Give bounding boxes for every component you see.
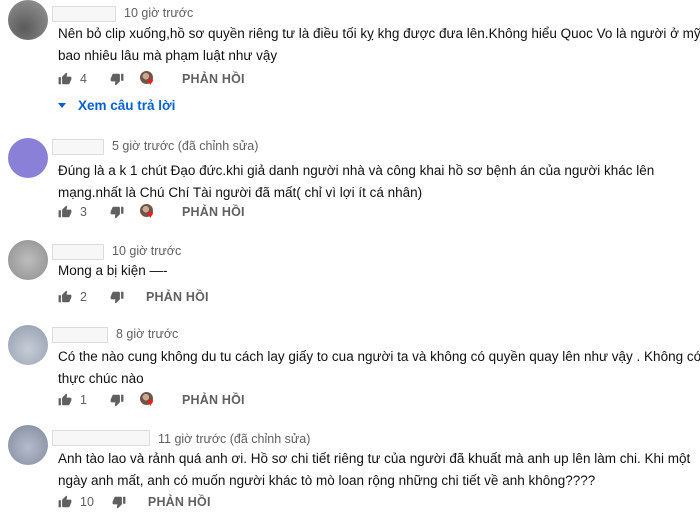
comment-text-line: bao nhiêu lâu mà phạm luật như vậy (58, 48, 278, 63)
reply-button[interactable]: PHẢN HỒI (182, 72, 245, 86)
comment-text-line: thực chúc nào (58, 371, 144, 386)
comment-text: Nên bỏ clip xuống,hồ sơ quyền riêng tư l… (58, 23, 700, 67)
dislike-icon[interactable] (110, 72, 124, 86)
comment-actions: 3 ♥ PHẢN HỒI (58, 202, 245, 222)
reply-button[interactable]: PHẢN HỒI (182, 393, 245, 407)
comment-actions: 4 ♥ PHẢN HỒI (58, 69, 245, 89)
like-count: 1 (80, 393, 87, 407)
chevron-down-icon (58, 103, 66, 108)
comment-timestamp[interactable]: 10 giờ trước (112, 244, 181, 258)
dislike-icon[interactable] (110, 205, 124, 219)
creator-heart-icon: ♥ (140, 392, 156, 409)
comment-text: Anh tào lao và rảnh quá anh ơi. Hồ sơ ch… (58, 448, 690, 492)
comment-actions: 1 ♥ PHẢN HỒI (58, 390, 245, 410)
comment-text-line: Có the nào cung không du tu cách lay giấ… (58, 349, 700, 364)
reply-button[interactable]: PHẢN HỒI (148, 495, 211, 509)
author-name-redacted[interactable] (52, 139, 104, 155)
avatar[interactable] (8, 0, 48, 40)
dislike-icon[interactable] (110, 290, 124, 304)
avatar[interactable] (8, 138, 48, 178)
author-name-redacted[interactable] (52, 430, 150, 446)
like-icon[interactable] (58, 393, 72, 407)
avatar[interactable] (8, 240, 48, 280)
comment-text-line: Anh tào lao và rảnh quá anh ơi. Hồ sơ ch… (58, 451, 691, 466)
dislike-icon[interactable] (112, 495, 126, 509)
like-icon[interactable] (58, 72, 72, 86)
comment-text-line: Đúng là a k 1 chút Đạo đức.khi giả danh … (58, 163, 655, 178)
comment-timestamp[interactable]: 10 giờ trước (124, 6, 193, 20)
comment-text: Có the nào cung không du tu cách lay giấ… (58, 346, 700, 390)
comment-text-line: Nên bỏ clip xuống,hồ sơ quyền riêng tư l… (58, 26, 700, 41)
avatar[interactable] (8, 325, 48, 365)
reply-button[interactable]: PHẢN HỒI (182, 205, 245, 219)
like-count: 4 (80, 72, 87, 86)
like-count: 10 (80, 495, 94, 509)
comment-text-line: ngày anh mất, anh có muốn người khác tò … (58, 473, 596, 488)
like-count: 3 (80, 205, 87, 219)
comment-actions: 10 PHẢN HỒI (58, 492, 211, 512)
author-name-redacted[interactable] (52, 6, 116, 22)
view-replies-label: Xem câu trả lời (78, 98, 176, 113)
like-icon[interactable] (58, 290, 72, 304)
dislike-icon[interactable] (110, 393, 124, 407)
avatar[interactable] (8, 425, 48, 465)
view-replies-button[interactable]: Xem câu trả lời (58, 98, 175, 113)
comment-text-line: Mong a bị kiện —- (58, 263, 168, 278)
reply-button[interactable]: PHẢN HỒI (146, 290, 209, 304)
comment-text: Mong a bị kiện —- (58, 260, 168, 282)
like-icon[interactable] (58, 205, 72, 219)
comment-text-line: mạng.nhất là Chú Chí Tài người đã mất( c… (58, 185, 423, 200)
author-name-redacted[interactable] (52, 327, 108, 343)
creator-heart-icon: ♥ (140, 204, 156, 221)
comment-timestamp[interactable]: 5 giờ trước (đã chỉnh sửa) (112, 139, 258, 153)
like-icon[interactable] (58, 495, 72, 509)
author-name-redacted[interactable] (52, 244, 104, 260)
comment-actions: 2 PHẢN HỒI (58, 287, 209, 307)
comment-timestamp[interactable]: 11 giờ trước (đã chỉnh sửa) (158, 432, 310, 446)
creator-heart-icon: ♥ (140, 71, 156, 88)
like-count: 2 (80, 290, 87, 304)
comment-timestamp[interactable]: 8 giờ trước (116, 327, 178, 341)
comment-text: Đúng là a k 1 chút Đạo đức.khi giả danh … (58, 160, 654, 204)
